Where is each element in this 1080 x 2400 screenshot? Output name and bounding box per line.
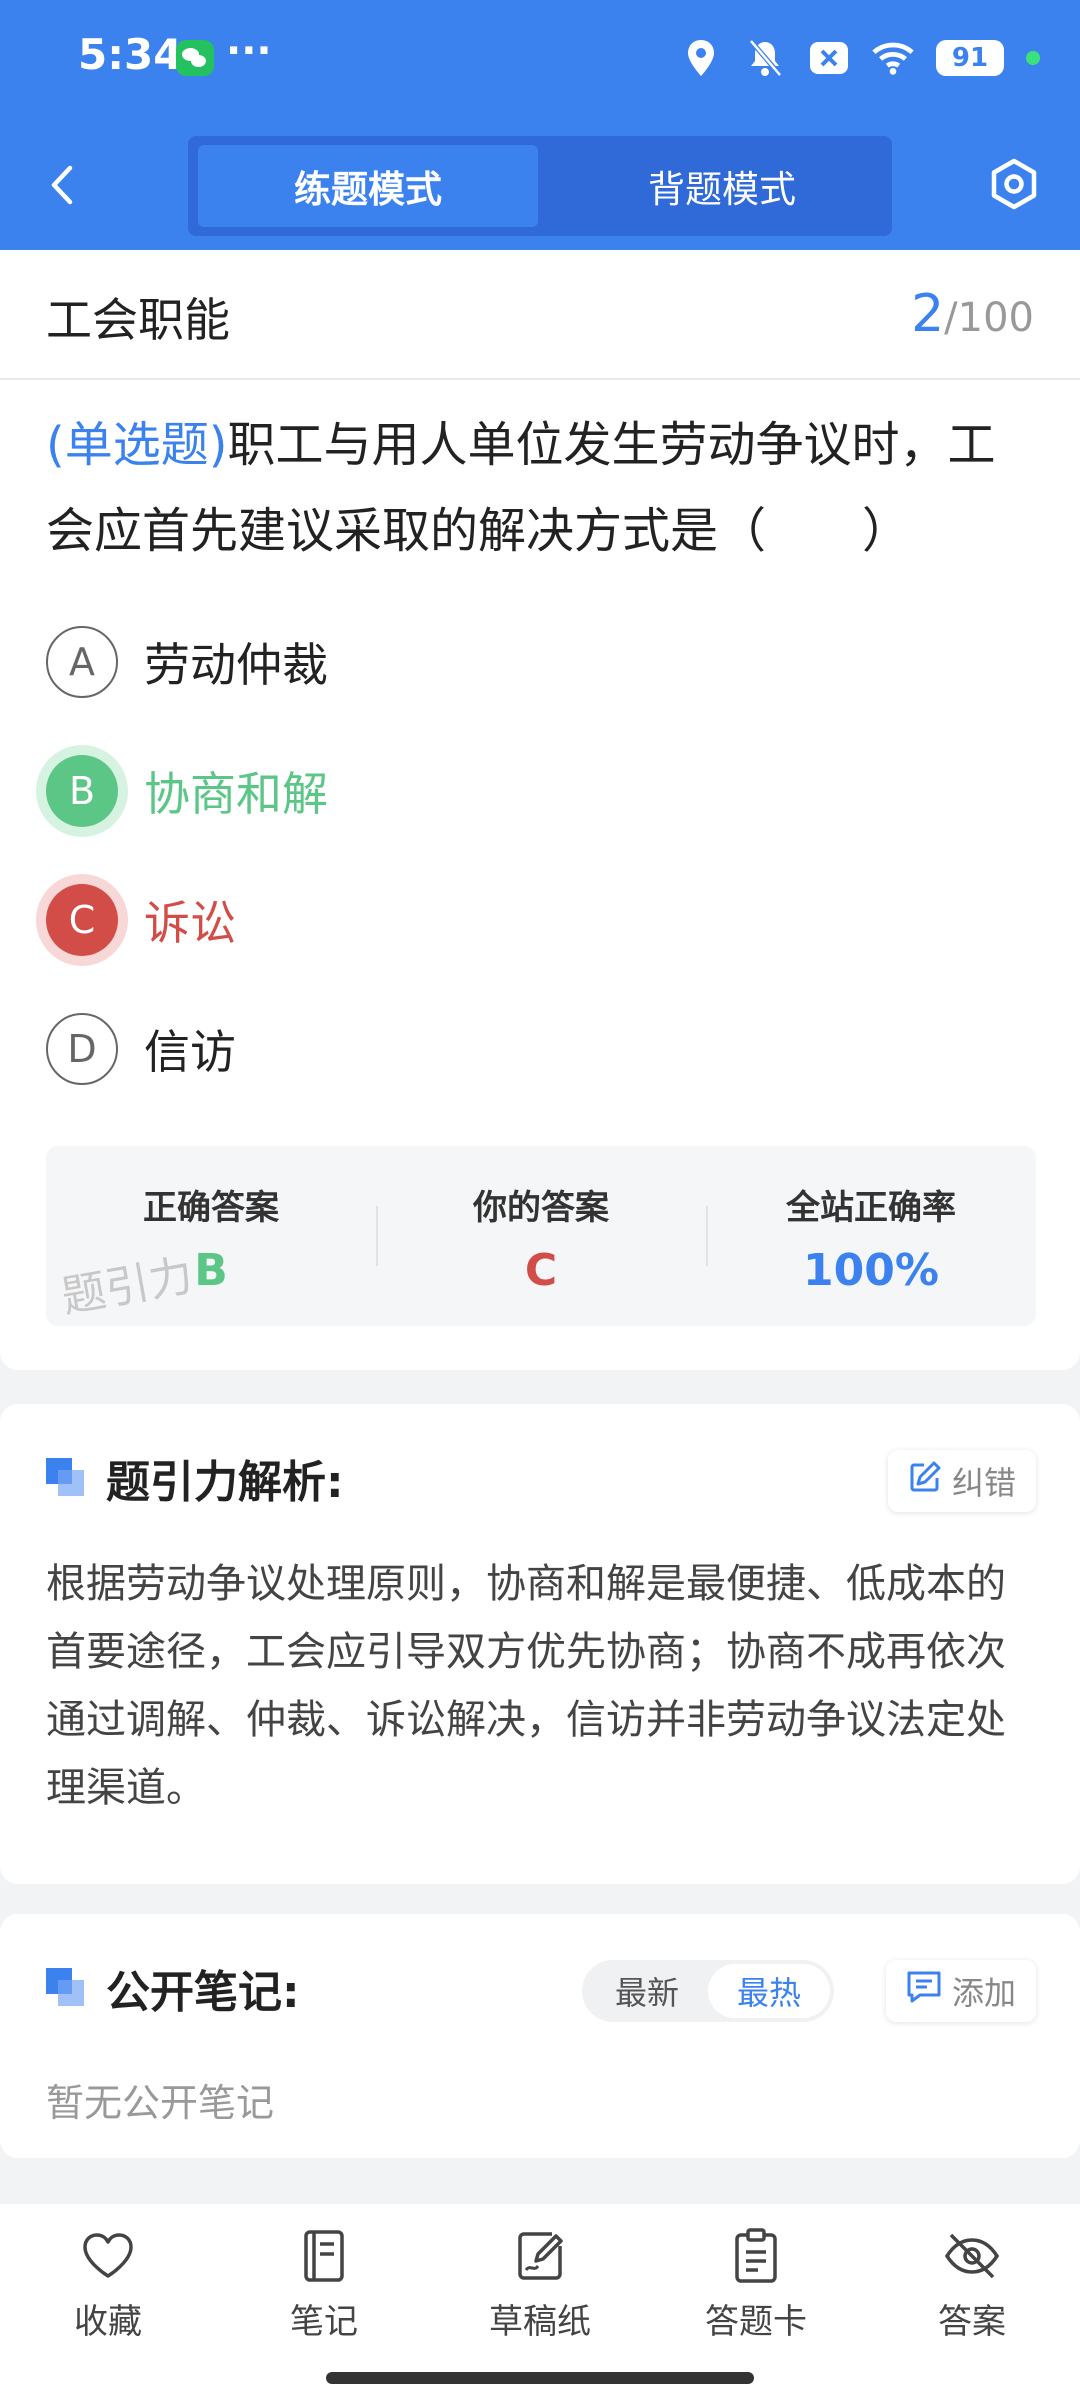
option-d[interactable]: D 信访: [46, 1009, 946, 1089]
question-title-bar: 工会职能 2/100: [0, 250, 1080, 380]
option-letter: C: [46, 884, 118, 956]
eye-off-icon: [942, 2226, 1002, 2286]
report-error-button[interactable]: 纠错: [887, 1450, 1036, 1512]
answer-stats: 正确答案 B 题引力 你的答案 C 全站正确率 100%: [46, 1146, 1036, 1326]
option-a[interactable]: A 劳动仲裁: [46, 622, 946, 702]
tab-practice-mode[interactable]: 练题模式: [198, 145, 538, 227]
stat-correct-answer: 正确答案 B 题引力: [46, 1146, 376, 1326]
clipboard-icon: [726, 2226, 786, 2286]
question-text: (单选题)职工与用人单位发生劳动争议时，工会应首先建议采取的解决方式是（ ）: [46, 402, 1036, 574]
no-sim-icon: [808, 37, 850, 79]
option-letter: D: [46, 1013, 118, 1085]
sort-hot-tab[interactable]: 最热: [708, 1964, 830, 2018]
notes-button[interactable]: 笔记: [224, 2226, 424, 2343]
notes-header: 公开笔记:: [46, 1960, 300, 2018]
stat-accuracy-rate: 全站正确率 100%: [706, 1146, 1036, 1326]
draft-edit-icon: [510, 2226, 570, 2286]
stat-value: 100%: [803, 1245, 939, 1296]
option-text: 信访: [144, 1025, 236, 1079]
progress-separator: /: [944, 295, 958, 341]
notes-sort-toggle: 最新 最热: [582, 1960, 834, 2022]
stat-label: 正确答案: [143, 1188, 279, 1228]
scratch-paper-button[interactable]: 草稿纸: [440, 2226, 640, 2343]
progress-total: 100: [957, 295, 1034, 341]
app-header: 5:34 ··· 91 练题模式 背题模式: [0, 0, 1080, 250]
answer-toggle-button[interactable]: 答案: [872, 2226, 1072, 2343]
nav-bar: 练题模式 背题模式: [0, 130, 1080, 240]
analysis-title: 题引力解析:: [106, 1457, 344, 1508]
add-note-label: 添加: [951, 1974, 1016, 2012]
analysis-card: 题引力解析: 纠错 根据劳动争议处理原则，协商和解是最便捷、低成本的首要途径，工…: [0, 1404, 1080, 1884]
stat-label: 你的答案: [473, 1188, 609, 1228]
status-time: 5:34: [78, 30, 183, 79]
bottom-toolbar: 收藏 笔记 草稿纸 答题卡 答案: [0, 2204, 1080, 2400]
wechat-icon: [176, 40, 214, 76]
stat-label: 全站正确率: [786, 1188, 956, 1228]
back-chevron-icon[interactable]: [40, 160, 90, 210]
tab-memorize-mode[interactable]: 背题模式: [552, 145, 892, 227]
report-error-label: 纠错: [951, 1464, 1016, 1502]
question-category: 工会职能: [46, 293, 230, 347]
add-note-button[interactable]: 添加: [885, 1960, 1036, 2022]
mode-switch: 练题模式 背题模式: [188, 136, 892, 236]
answer-label: 答案: [938, 2302, 1006, 2342]
home-indicator[interactable]: [326, 2372, 754, 2384]
favorite-button[interactable]: 收藏: [8, 2226, 208, 2343]
stat-your-answer: 你的答案 C: [376, 1146, 706, 1326]
option-letter: A: [46, 626, 118, 698]
mute-bell-icon: [744, 37, 786, 79]
option-text: 诉讼: [144, 896, 236, 950]
analysis-header: 题引力解析:: [46, 1450, 344, 1508]
favorite-label: 收藏: [74, 2302, 142, 2342]
question-type: (单选题): [46, 417, 228, 473]
status-icons: 91: [680, 36, 1040, 80]
privacy-dot-icon: [1026, 51, 1040, 65]
stat-value: C: [524, 1245, 558, 1296]
question-card: 工会职能 2/100 (单选题)职工与用人单位发生劳动争议时，工会应首先建议采取…: [0, 250, 1080, 1370]
wifi-icon: [872, 37, 914, 79]
option-c[interactable]: C 诉讼: [46, 880, 946, 960]
answer-card-label: 答题卡: [705, 2302, 807, 2342]
analysis-text: 根据劳动争议处理原则，协商和解是最便捷、低成本的首要途径，工会应引导双方优先协商…: [46, 1561, 1006, 1811]
progress-current: 2: [911, 284, 945, 344]
comment-icon: [906, 1970, 942, 2012]
notes-label: 笔记: [290, 2302, 358, 2342]
location-icon: [680, 37, 722, 79]
notes-title: 公开笔记:: [106, 1967, 300, 2018]
section-square-icon: [46, 1458, 86, 1498]
battery-indicator: 91: [936, 40, 1004, 76]
public-notes-card: 公开笔记: 最新 最热 添加 暂无公开笔记: [0, 1914, 1080, 2158]
notes-empty-text: 暂无公开笔记: [46, 2081, 275, 2125]
edit-icon: [908, 1460, 942, 1502]
option-b[interactable]: B 协商和解: [46, 751, 946, 831]
notebook-icon: [294, 2226, 354, 2286]
heart-icon: [78, 2226, 138, 2286]
option-text: 协商和解: [144, 767, 328, 821]
status-more: ···: [226, 28, 272, 74]
section-square-icon: [46, 1968, 86, 2008]
question-progress: 2/100: [911, 284, 1034, 344]
option-text: 劳动仲裁: [144, 638, 328, 692]
sort-latest-tab[interactable]: 最新: [586, 1964, 708, 2018]
answer-card-button[interactable]: 答题卡: [656, 2226, 856, 2343]
status-bar: 5:34 ··· 91: [0, 0, 1080, 120]
scratch-paper-label: 草稿纸: [489, 2302, 591, 2342]
option-letter: B: [46, 755, 118, 827]
settings-hexagon-icon[interactable]: [984, 154, 1044, 214]
